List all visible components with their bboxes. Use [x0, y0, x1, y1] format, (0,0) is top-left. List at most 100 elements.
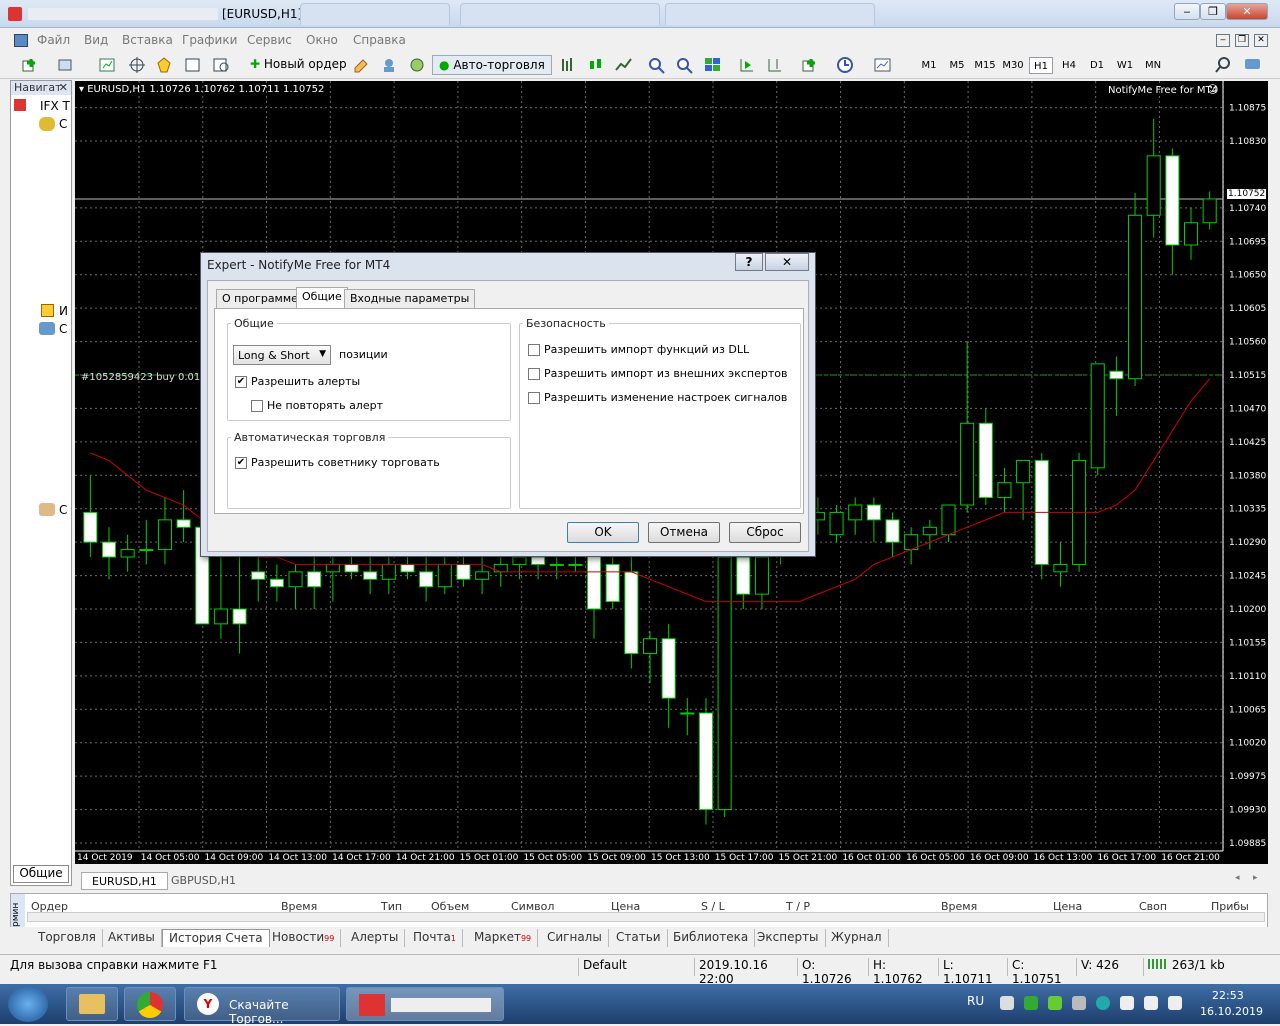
- profiles-icon[interactable]: [56, 56, 76, 74]
- tab-scroll-left-icon[interactable]: ◂: [1235, 873, 1240, 883]
- tester-icon[interactable]: [212, 56, 232, 74]
- term-tab-assets[interactable]: Активы: [102, 929, 162, 947]
- zoom-in-icon[interactable]: [647, 56, 667, 74]
- close-icon[interactable]: ✕: [59, 81, 68, 94]
- timeframe-m30[interactable]: M30: [1001, 57, 1025, 74]
- auto-scroll-icon[interactable]: [737, 56, 757, 74]
- timeframe-w1[interactable]: W1: [1113, 57, 1137, 74]
- tab-about[interactable]: О программе: [216, 289, 304, 308]
- nav-item-broker[interactable]: IFX T: [40, 99, 70, 113]
- term-tab-journal[interactable]: Журнал: [825, 929, 889, 947]
- signals-settings-checkbox[interactable]: [528, 392, 540, 404]
- term-tab-trade[interactable]: Торговля: [32, 929, 103, 947]
- flag-icon[interactable]: [1120, 996, 1134, 1010]
- horizontal-scrollbar[interactable]: [27, 912, 1265, 922]
- tab-common[interactable]: Общие: [296, 287, 348, 309]
- timeframe-m1[interactable]: M1: [917, 57, 941, 74]
- templates-icon[interactable]: [873, 56, 893, 74]
- chart-tab-eurusd[interactable]: EURUSD,H1: [81, 872, 168, 890]
- data-window-icon[interactable]: [128, 56, 148, 74]
- new-order-button[interactable]: ✚ Новый ордер: [244, 55, 353, 75]
- tray-icon[interactable]: [1072, 996, 1086, 1010]
- restore-button[interactable]: ❐: [1200, 3, 1226, 20]
- yandex-task[interactable]: Y Скачайте Торгов...: [184, 987, 340, 1026]
- term-tab-history[interactable]: История Счета: [162, 929, 270, 947]
- dialog-close-button[interactable]: ✕: [765, 253, 809, 271]
- zoom-out-icon[interactable]: [675, 56, 695, 74]
- menu-view[interactable]: Вид: [84, 33, 108, 47]
- timeframe-mn[interactable]: MN: [1141, 57, 1165, 74]
- menu-file[interactable]: Файл: [37, 33, 70, 47]
- search-icon[interactable]: [1213, 56, 1233, 74]
- term-tab-signals[interactable]: Сигналы: [541, 929, 609, 947]
- nav-item-indicators[interactable]: И: [59, 304, 68, 318]
- new-chart-icon[interactable]: [20, 56, 40, 74]
- tray-icon[interactable]: [1048, 996, 1062, 1010]
- language-indicator[interactable]: RU: [967, 994, 984, 1008]
- timeframe-d1[interactable]: D1: [1085, 57, 1109, 74]
- tab-scroll-right-icon[interactable]: ▸: [1253, 873, 1258, 883]
- community-icon[interactable]: [380, 56, 400, 74]
- term-tab-market[interactable]: Маркет99: [468, 929, 539, 947]
- term-tab-library[interactable]: Библиотека: [667, 929, 756, 947]
- auto-trading-button[interactable]: ● Авто-торговля: [432, 55, 552, 75]
- term-tab-experts[interactable]: Эксперты: [751, 929, 826, 947]
- position-select[interactable]: Long & Short ▼: [233, 345, 331, 365]
- terminal-icon[interactable]: [183, 56, 203, 74]
- market-watch-icon[interactable]: [98, 56, 118, 74]
- dll-checkbox[interactable]: [528, 344, 540, 356]
- timeframe-m5[interactable]: M5: [945, 57, 969, 74]
- chart-tab-gbpusd[interactable]: GBPUSD,H1: [161, 872, 246, 890]
- volume-icon[interactable]: [1168, 996, 1182, 1010]
- no-repeat-checkbox[interactable]: [251, 400, 263, 412]
- external-experts-checkbox[interactable]: [528, 368, 540, 380]
- tab-inputs[interactable]: Входные параметры: [344, 289, 476, 308]
- minimize-button[interactable]: ‒: [1174, 3, 1200, 20]
- menu-insert[interactable]: Вставка: [122, 33, 173, 47]
- chat-icon[interactable]: [1243, 56, 1263, 74]
- line-chart-icon[interactable]: [614, 56, 634, 74]
- ok-button[interactable]: OK: [567, 522, 639, 543]
- menu-window[interactable]: Окно: [306, 33, 338, 47]
- tray-icon[interactable]: [1096, 996, 1110, 1010]
- allow-trade-checkbox[interactable]: ✔: [235, 457, 247, 469]
- term-tab-mail[interactable]: Почта1: [407, 929, 463, 947]
- nav-item-experts[interactable]: C: [59, 322, 67, 336]
- navigator-icon[interactable]: [155, 56, 175, 74]
- chart-shift-icon[interactable]: [765, 56, 785, 74]
- term-tab-news[interactable]: Новости99: [266, 929, 342, 947]
- menu-help[interactable]: Справка: [353, 33, 406, 47]
- timeframe-h1[interactable]: H1: [1029, 57, 1053, 74]
- document-icon[interactable]: [14, 34, 28, 47]
- child-close-icon[interactable]: ✕: [1254, 34, 1268, 47]
- start-button[interactable]: [8, 986, 48, 1022]
- allow-alerts-checkbox[interactable]: ✔: [235, 376, 247, 388]
- tray-icon[interactable]: [1000, 996, 1014, 1010]
- cancel-button[interactable]: Отмена: [648, 522, 720, 543]
- child-minimize-icon[interactable]: ‒: [1216, 34, 1230, 47]
- mt4-task[interactable]: [346, 987, 504, 1021]
- nav-tab-common[interactable]: Общие: [13, 865, 69, 883]
- child-restore-icon[interactable]: ❐: [1235, 34, 1249, 47]
- close-button[interactable]: ✕: [1226, 3, 1268, 20]
- signals-icon[interactable]: [408, 56, 428, 74]
- timeframe-h4[interactable]: H4: [1057, 57, 1081, 74]
- metaeditor-icon[interactable]: [352, 56, 372, 74]
- nav-item-accounts[interactable]: C: [59, 117, 67, 131]
- menu-tools[interactable]: Сервис: [247, 33, 292, 47]
- menu-charts[interactable]: Графики: [182, 33, 237, 47]
- nav-item-scripts[interactable]: C: [59, 503, 67, 517]
- candle-chart-icon[interactable]: [586, 56, 606, 74]
- term-tab-alerts[interactable]: Алерты: [345, 929, 406, 947]
- reset-button[interactable]: Сброс: [729, 522, 801, 543]
- chrome-task[interactable]: [124, 987, 176, 1021]
- explorer-task[interactable]: [66, 987, 118, 1021]
- bar-chart-icon[interactable]: [558, 56, 578, 74]
- timeframe-m15[interactable]: M15: [973, 57, 997, 74]
- help-button[interactable]: ?: [735, 253, 763, 271]
- tray-icon[interactable]: [1024, 996, 1038, 1010]
- indicators-icon[interactable]: [800, 56, 820, 74]
- term-tab-articles[interactable]: Статьи: [610, 929, 668, 947]
- network-icon[interactable]: [1144, 996, 1158, 1010]
- periods-icon[interactable]: [836, 56, 856, 74]
